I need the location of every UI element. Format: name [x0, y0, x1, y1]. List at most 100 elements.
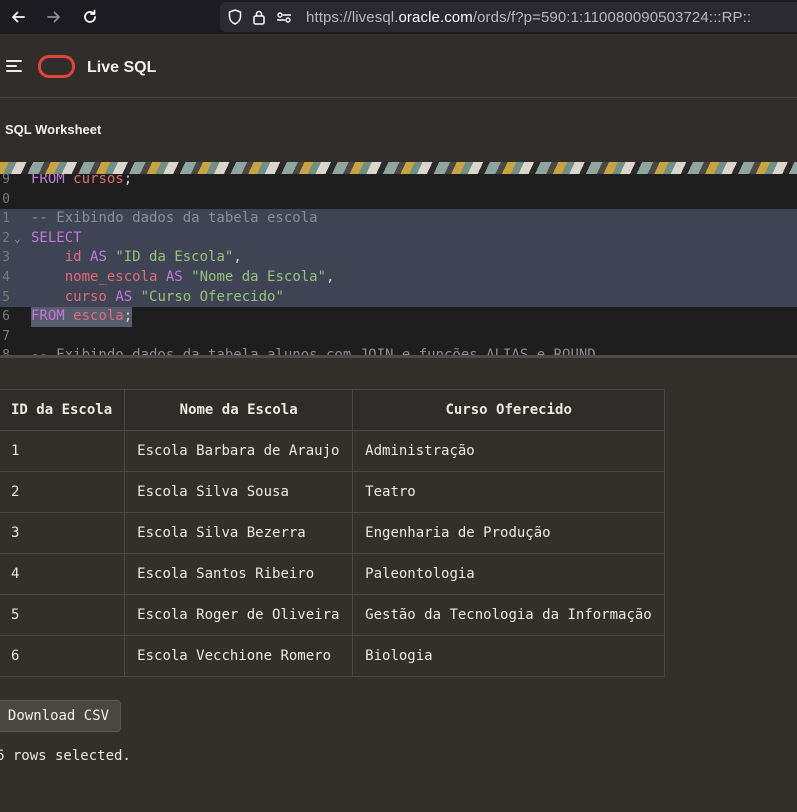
code-token: curso	[64, 288, 107, 305]
fold-chevron-icon[interactable]: ⌄	[14, 229, 21, 249]
editor-line[interactable]: 7	[0, 327, 797, 347]
code-token: AS	[165, 269, 183, 285]
table-cell: Biologia	[352, 635, 666, 677]
line-number: 7	[2, 328, 10, 344]
line-number: 1	[2, 211, 10, 227]
table-row: 6 Escola Vecchione Romero Biologia	[0, 635, 666, 677]
browser-toolbar: https://livesql.oracle.com/ords/f?p=590:…	[0, 0, 797, 34]
code-token: "Curso Oferecido"	[140, 288, 284, 305]
lock-icon[interactable]	[252, 9, 266, 25]
editor-line[interactable]: 0	[0, 190, 797, 210]
line-number: 2	[2, 230, 10, 246]
table-cell: 2	[0, 471, 126, 513]
decorative-banner	[0, 162, 797, 174]
code-token: SELECT	[31, 229, 82, 246]
table-cell: Escola Roger de Oliveira	[124, 594, 354, 636]
code-token: ;	[123, 308, 133, 325]
editor-line[interactable]: 9 FROM cursos;	[0, 174, 797, 190]
line-number: 4	[2, 270, 10, 285]
editor-line[interactable]: 2 ⌄ SELECT	[0, 228, 797, 249]
table-cell: 5	[0, 594, 126, 636]
code-editor[interactable]: 9 FROM cursos; 0 1 -- Exibindo dados da tabe…	[0, 174, 797, 356]
table-header-row: ID da Escola Nome da Escola Curso Oferec…	[0, 389, 666, 431]
url-text[interactable]: https://livesql.oracle.com/ords/f?p=590:…	[306, 9, 751, 26]
code-token: FROM	[31, 174, 65, 187]
table-cell: Escola Santos Ribeiro	[124, 553, 354, 595]
app-title[interactable]: Live SQL	[87, 59, 156, 77]
editor-line[interactable]: 5 curso AS "Curso Oferecido"	[0, 287, 797, 308]
table-row: 2 Escola Silva Sousa Teatro	[0, 471, 666, 513]
table-cell: Escola Barbara de Araujo	[124, 430, 354, 472]
results-pane: ID da Escola Nome da Escola Curso Oferec…	[0, 358, 797, 812]
menu-icon[interactable]	[6, 60, 22, 72]
table-cell: Escola Silva Bezerra	[124, 512, 354, 554]
editor-line[interactable]: 6 FROM escola;	[0, 307, 797, 327]
code-token: escola	[73, 308, 124, 325]
editor-line[interactable]: 3 id AS "ID da Escola",	[0, 248, 797, 268]
code-token: FROM	[31, 308, 65, 325]
code-token: ,	[326, 269, 335, 285]
column-header: Nome da Escola	[124, 389, 354, 431]
row-count-text: 6 rows selected.	[0, 748, 131, 764]
page-title: SQL Worksheet	[5, 122, 102, 137]
shield-icon[interactable]	[228, 9, 242, 25]
table-cell: 6	[0, 635, 126, 677]
table-cell: Escola Vecchione Romero	[124, 635, 354, 677]
url-bar[interactable]: https://livesql.oracle.com/ords/f?p=590:…	[220, 2, 797, 32]
table-cell: Engenharia de Produção	[352, 512, 666, 554]
download-csv-button[interactable]: Download CSV	[0, 700, 121, 732]
code-token: "Nome da Escola"	[191, 269, 327, 285]
table-row: 1 Escola Barbara de Araujo Administração	[0, 430, 666, 472]
code-token: ,	[233, 249, 242, 266]
line-number: 3	[2, 250, 10, 266]
line-number: 5	[2, 289, 10, 305]
code-text: SELECT	[31, 229, 82, 249]
code-text: -- Exibindo dados da tabela escola	[31, 209, 318, 229]
app-header: Live SQL	[0, 34, 797, 98]
forward-button[interactable]	[36, 0, 72, 34]
editor-line[interactable]: 1 -- Exibindo dados da tabela escola	[0, 209, 797, 229]
line-number: 0	[2, 191, 10, 207]
table-cell: Administração	[352, 430, 666, 472]
table-cell: 3	[0, 512, 126, 554]
table-row: 4 Escola Santos Ribeiro Paleontologia	[0, 553, 666, 595]
code-token: ;	[123, 174, 133, 187]
table-cell: Paleontologia	[352, 553, 666, 595]
table-row: 5 Escola Roger de Oliveira Gestão da Tecno…	[0, 594, 666, 636]
reload-button[interactable]	[72, 0, 108, 34]
table-cell: Gestão da Tecnologia da Informação	[352, 594, 666, 636]
table-cell: 4	[0, 553, 126, 595]
code-token: nome_escola	[64, 269, 158, 285]
arrow-right-icon	[47, 11, 60, 23]
editor-line[interactable]: 4 nome_escola AS "Nome da Escola",	[0, 268, 797, 288]
table-cell: 1	[0, 430, 126, 472]
reload-icon	[84, 9, 96, 23]
back-button[interactable]	[0, 0, 36, 34]
worksheet-header: SQL Worksheet	[0, 98, 797, 162]
url-prefix: https://livesql.	[306, 8, 399, 26]
code-token: AS	[90, 249, 107, 266]
code-token: id	[64, 249, 82, 266]
code-text: nome_escola AS "Nome da Escola",	[31, 268, 335, 288]
oracle-logo[interactable]	[38, 55, 75, 78]
code-text: curso AS "Curso Oferecido"	[31, 288, 284, 308]
url-path: /ords/f?p=590:1:110080090503724:::RP::	[472, 8, 752, 26]
code-token: -- Exibindo dados da tabela escola	[31, 210, 318, 227]
permissions-icon[interactable]	[276, 9, 292, 25]
code-text: FROM cursos;	[31, 174, 132, 190]
arrow-left-icon	[12, 11, 25, 23]
code-text: id AS "ID da Escola",	[31, 248, 242, 268]
table-cell: Escola Silva Sousa	[124, 471, 354, 513]
line-number: 9	[2, 174, 10, 187]
code-text: FROM escola;	[31, 307, 133, 327]
code-token: AS	[115, 288, 133, 305]
